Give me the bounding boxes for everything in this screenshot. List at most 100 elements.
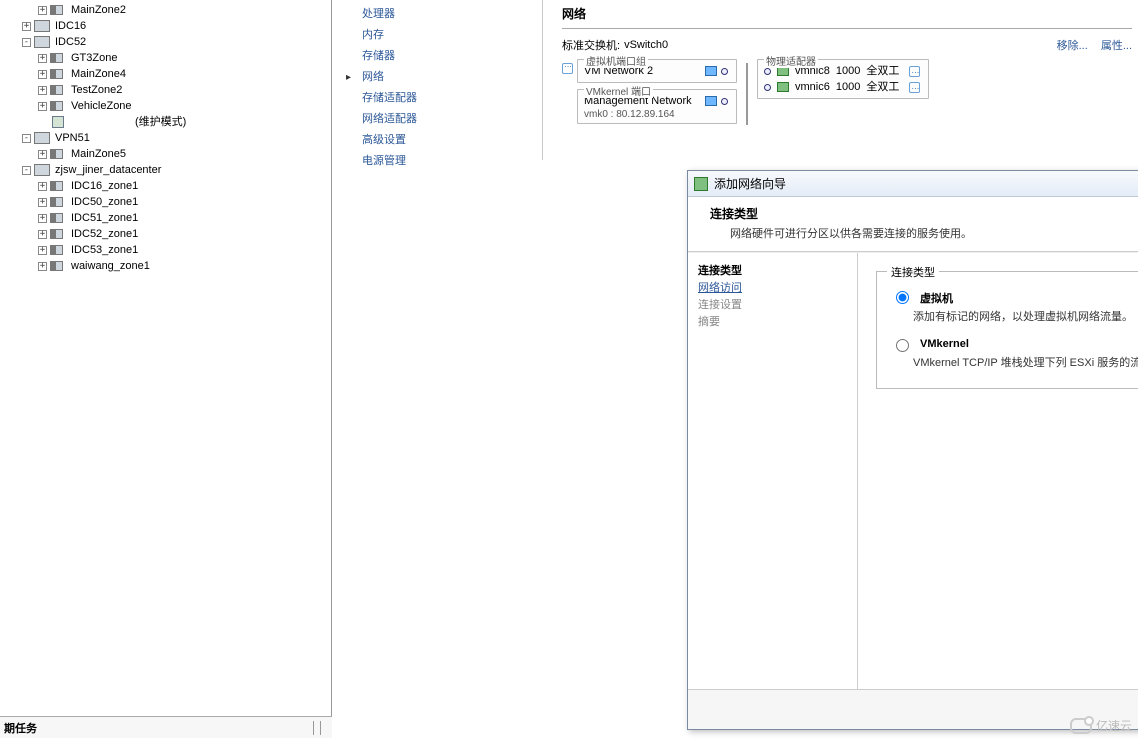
tasks-bar-label: 期任务 <box>4 720 37 736</box>
tree-item[interactable]: - IDC52 <box>22 34 331 50</box>
tree-item[interactable]: +MainZone5 <box>38 146 331 162</box>
expand-icon[interactable]: + <box>38 6 47 15</box>
tree-item[interactable]: + IDC51_zone1 <box>38 210 331 226</box>
tree-item[interactable]: +IDC52_zone1 <box>38 226 331 242</box>
radio-vmkernel[interactable] <box>896 339 909 352</box>
tree-item-label: TestZone2 <box>69 82 124 98</box>
expand-icon[interactable]: + <box>38 214 47 223</box>
tasks-bar: 期任务 <box>0 716 332 738</box>
group-legend: 连接类型 <box>887 264 939 280</box>
collapse-icon[interactable]: - <box>22 134 31 143</box>
tree-item[interactable]: (维护模式) <box>38 114 331 130</box>
expand-icon[interactable]: + <box>22 22 31 31</box>
config-nav-item[interactable]: 存储器 <box>342 46 552 67</box>
datacenter-icon <box>34 36 50 48</box>
nic-speed: 1000 <box>836 63 860 79</box>
expand-icon[interactable]: + <box>38 182 47 191</box>
tree-item-label: IDC51_zone1 <box>69 210 140 226</box>
tree-item[interactable]: +IDC50_zone1 <box>38 194 331 210</box>
status-dot-icon <box>764 68 771 75</box>
wizard-content: 连接类型 虚拟机 添加有标记的网络，以处理虚拟机网络流量。 VMkernel V… <box>858 253 1138 689</box>
wizard-step: 连接类型 <box>698 263 847 280</box>
tree-item-label: MainZone2 <box>69 2 128 18</box>
config-nav-item[interactable]: 电源管理 <box>342 151 552 172</box>
collapse-icon[interactable]: - <box>22 166 31 175</box>
info-icon[interactable] <box>909 66 920 77</box>
nic-duplex: 全双工 <box>866 63 899 79</box>
expand-icon[interactable]: + <box>38 54 47 63</box>
inventory-tree[interactable]: + MainZone2 + IDC16 - IDC52+GT3Zone+MainZone4… <box>0 0 331 274</box>
datacenter-icon <box>34 20 50 32</box>
vmkernel-port-box[interactable]: VMkernel 端口 Management Network vmk0 : 80… <box>577 89 737 124</box>
link-properties[interactable]: 属性... <box>1101 40 1132 52</box>
vswitch-bus-icon <box>743 59 751 129</box>
config-nav-item[interactable]: 存储适配器 <box>342 88 552 109</box>
network-panel: 网络 标准交换机: vSwitch0 移除... 属性... 虚拟机端口组 VM… <box>562 3 1132 129</box>
tree-item[interactable]: +MainZone4 <box>38 66 331 82</box>
tree-item-suffix: (维护模式) <box>133 114 188 130</box>
tree-item[interactable]: + IDC16 <box>22 18 331 34</box>
network-panel-title: 网络 <box>562 3 1132 29</box>
collapse-icon[interactable]: - <box>22 38 31 47</box>
wizard-subheading: 网络硬件可进行分区以供各需要连接的服务使用。 <box>730 225 1138 241</box>
nic-name: vmnic6 <box>795 79 830 95</box>
tree-item[interactable]: + MainZone2 <box>38 2 331 18</box>
nic-row[interactable]: vmnic6 1000 全双工 <box>764 79 920 95</box>
config-nav: 处理器内存存储器网络存储适配器网络适配器高级设置电源管理 <box>342 0 552 176</box>
portgroup-icon <box>705 66 717 76</box>
wizard-header: 连接类型 网络硬件可进行分区以供各需要连接的服务使用。 <box>688 197 1138 252</box>
tree-item[interactable]: + IDC53_zone1 <box>38 242 331 258</box>
wizard-heading: 连接类型 <box>710 205 1138 222</box>
tree-item-label: IDC53_zone1 <box>69 242 140 258</box>
cluster-icon <box>50 180 66 192</box>
info-icon[interactable] <box>909 82 920 93</box>
config-nav-item[interactable]: 内存 <box>342 25 552 46</box>
config-nav-item[interactable]: 网络适配器 <box>342 109 552 130</box>
tree-item[interactable]: +waiwang_zone1 <box>38 258 331 274</box>
wizard-step: 连接设置 <box>698 297 847 314</box>
config-nav-item[interactable]: 高级设置 <box>342 130 552 151</box>
link-remove[interactable]: 移除... <box>1057 40 1088 52</box>
cluster-icon <box>50 148 66 160</box>
radio-virtual-machine[interactable] <box>896 291 909 304</box>
vm-portgroup-header: 虚拟机端口组 <box>584 53 648 68</box>
tree-item[interactable]: +IDC16_zone1 <box>38 178 331 194</box>
vm-portgroup-box[interactable]: 虚拟机端口组 VM Network 2 <box>577 59 737 83</box>
tree-item-label: VehicleZone <box>69 98 134 114</box>
portgroup-icon <box>705 96 717 106</box>
cluster-icon <box>50 4 66 16</box>
radio-vmkernel-desc: VMkernel TCP/IP 堆栈处理下列 ESXi 服务的流量: vSphe… <box>913 354 1138 370</box>
physical-adapters-box: 物理适配器 vmnic8 1000 全双工 vmnic6 <box>757 59 929 99</box>
cluster-icon <box>50 228 66 240</box>
expand-icon[interactable]: + <box>38 246 47 255</box>
tree-item[interactable]: + TestZone2 <box>38 82 331 98</box>
cluster-icon <box>50 100 66 112</box>
config-nav-item[interactable]: 处理器 <box>342 4 552 25</box>
expand-icon[interactable]: + <box>38 262 47 271</box>
wizard-footer: ≤上一步 下一步 ≥ <box>688 689 1138 729</box>
tree-item-label: IDC52 <box>53 34 88 50</box>
expand-icon[interactable]: + <box>38 198 47 207</box>
datacenter-icon <box>34 132 50 144</box>
radio-vmkernel-label: VMkernel <box>920 338 969 350</box>
expand-icon[interactable]: + <box>38 86 47 95</box>
cluster-icon <box>50 68 66 80</box>
tree-item[interactable]: -VPN51 <box>22 130 331 146</box>
expand-icon[interactable]: + <box>38 102 47 111</box>
tree-item[interactable]: + VehicleZone <box>38 98 331 114</box>
tree-item[interactable]: -zjsw_jiner_datacenter <box>22 162 331 178</box>
status-dot-icon <box>721 68 728 75</box>
config-nav-item[interactable]: 网络 <box>342 67 552 88</box>
wizard-titlebar[interactable]: 添加网络向导 — ▭ ✕ <box>688 171 1138 197</box>
cluster-icon <box>50 196 66 208</box>
tree-item-label: IDC16 <box>53 18 88 34</box>
wizard-step[interactable]: 网络访问 <box>698 280 847 297</box>
expand-icon[interactable]: + <box>38 70 47 79</box>
vmkernel-ip: vmk0 : 80.12.89.164 <box>584 109 728 120</box>
expand-icon[interactable]: + <box>38 230 47 239</box>
datacenter-icon <box>34 164 50 176</box>
tree-item[interactable]: +GT3Zone <box>38 50 331 66</box>
vswitch-label: 标准交换机: <box>562 37 620 53</box>
info-icon[interactable] <box>562 63 573 74</box>
expand-icon[interactable]: + <box>38 150 47 159</box>
